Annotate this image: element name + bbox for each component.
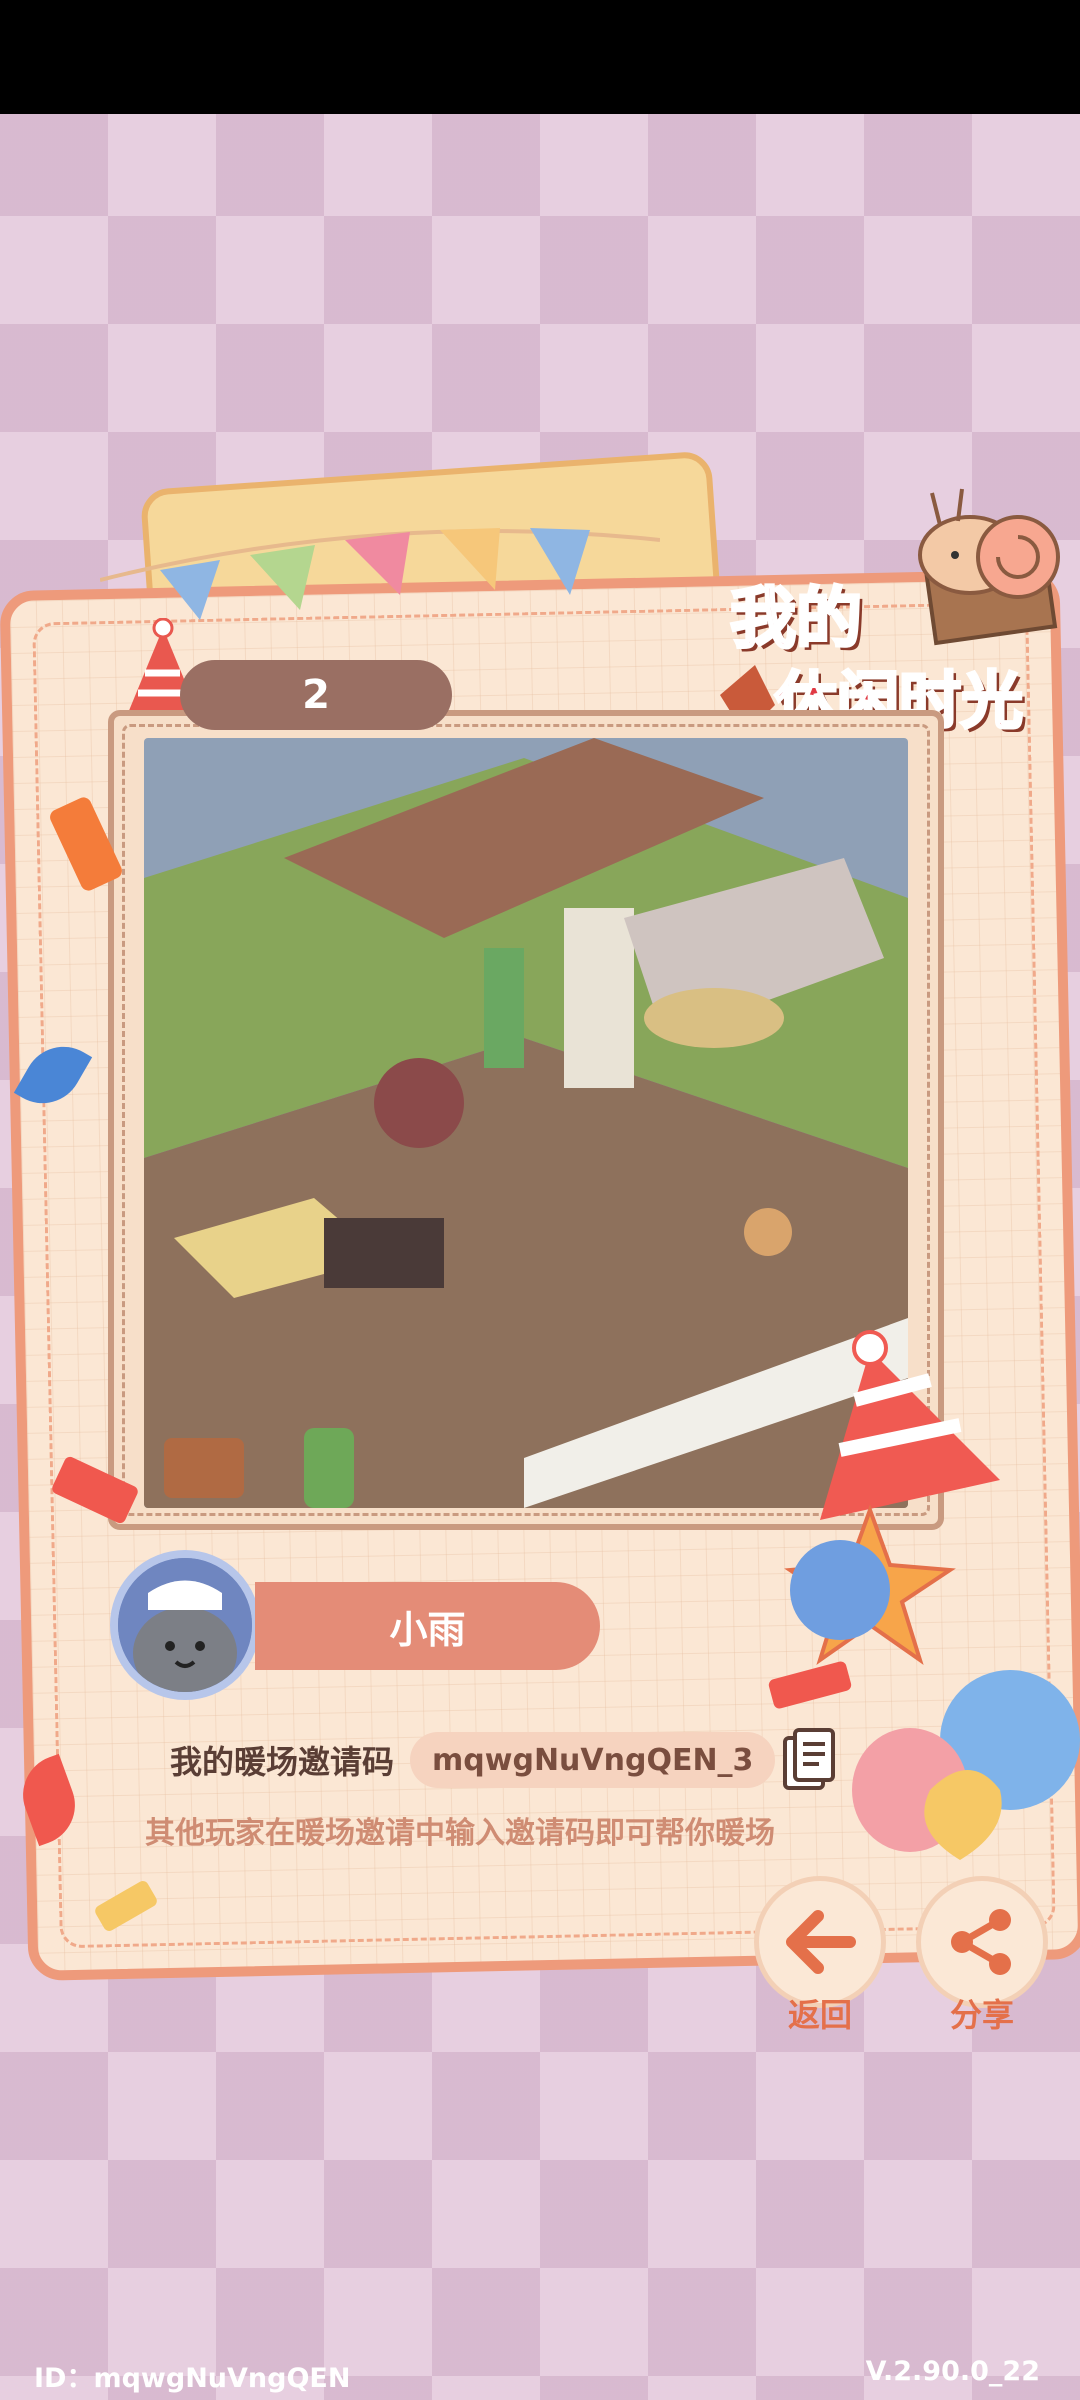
status-bar [0, 0, 1080, 114]
rank-badge: 2 [180, 660, 452, 730]
back-arrow-icon [786, 1910, 856, 1974]
back-label[interactable]: 返回 [750, 1990, 890, 2036]
share-icon [951, 1909, 1011, 1975]
room-photo-frame [108, 710, 944, 1530]
logo-line1: 我的 [729, 579, 864, 659]
invite-code-label: 我的暖场邀请码 [170, 1743, 395, 1781]
player-id: ID：mqwgNuVngQEN [34, 2363, 351, 2394]
player-name: 小雨 [255, 1582, 600, 1670]
invite-code-value: mqwgNuVngQEN_3 [410, 1732, 776, 1788]
invite-code-row: 我的暖场邀请码 mqwgNuVngQEN_3 [170, 1728, 839, 1792]
room-screenshot [144, 738, 908, 1508]
avatar [110, 1550, 260, 1700]
share-button[interactable] [916, 1876, 1048, 2008]
version-label: V.2.90.0_22 [865, 2356, 1040, 2387]
copy-icon[interactable] [779, 1726, 839, 1794]
invite-hint: 其他玩家在暖场邀请中输入邀请码即可帮你暖场 [145, 1816, 775, 1851]
share-label[interactable]: 分享 [912, 1990, 1052, 2036]
back-button[interactable] [754, 1876, 886, 2008]
